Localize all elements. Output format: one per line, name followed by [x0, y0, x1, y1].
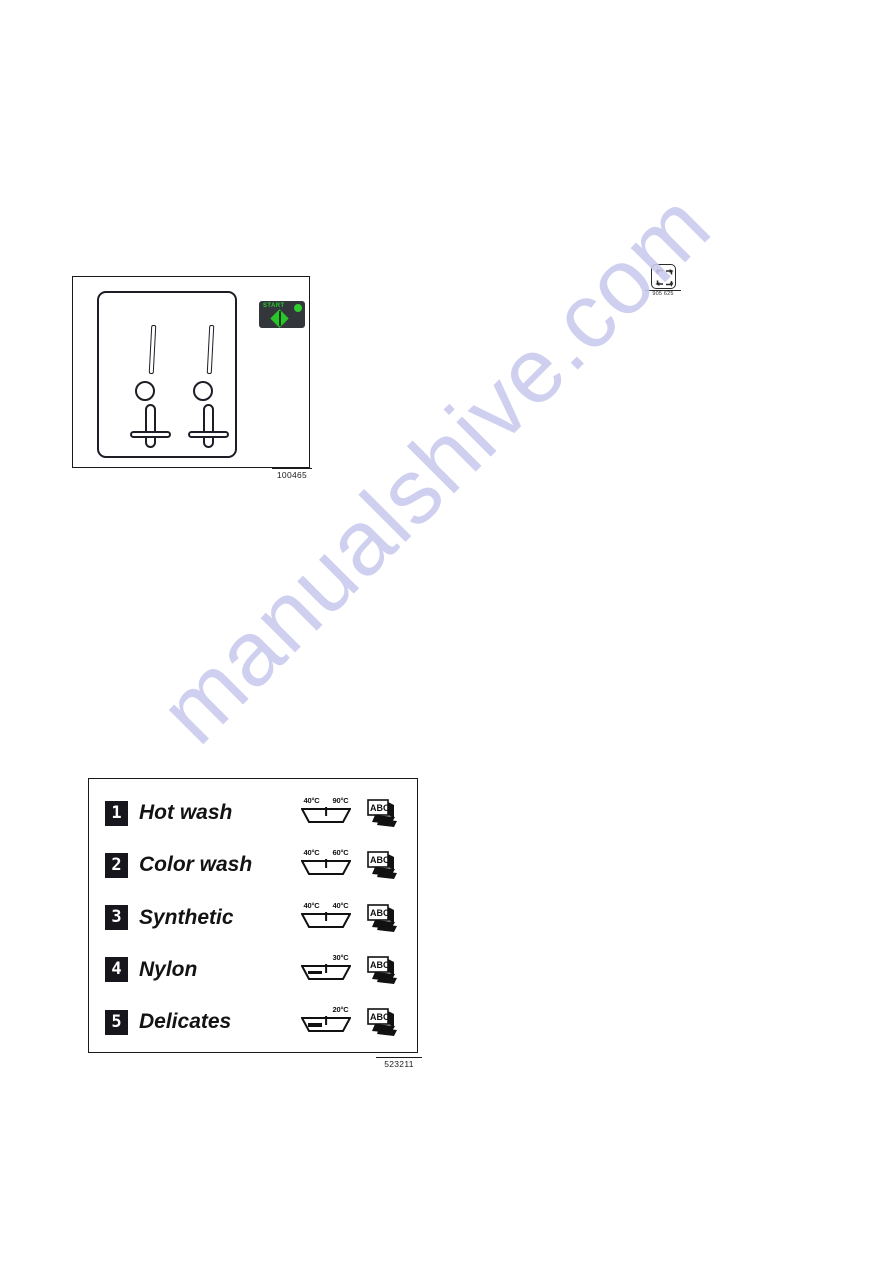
tub-temp-left: 40°C [303, 848, 320, 858]
wash-tub-temperature-icon: 30°C [297, 953, 355, 987]
svg-text:ABC: ABC [370, 960, 390, 970]
program-list: 1 Hot wash 40°C 90°C ABC 2 Color wash 40… [89, 779, 417, 1052]
page-watermark: manualshive.com [0, 0, 893, 1263]
program-name: Synthetic [139, 905, 234, 929]
svg-text:ABC: ABC [370, 908, 390, 918]
slider-handle-icon[interactable] [130, 431, 171, 438]
slider-handle-icon[interactable] [188, 431, 229, 438]
tub-temp-right: 20°C [332, 1005, 349, 1014]
slider-knob-icon[interactable] [135, 381, 155, 401]
program-name: Nylon [139, 957, 198, 981]
program-name: Hot wash [139, 801, 233, 824]
tub-temp-left: 40°C [303, 900, 320, 910]
tub-temp-right: 90°C [332, 796, 349, 805]
tub-divider-icon [325, 859, 327, 869]
abc-panels-icon: ABC [367, 798, 401, 828]
abc-panels-icon: ABC [367, 955, 401, 985]
cycle-icon-caption: 905 625 [645, 290, 681, 297]
abc-panels-icon: ABC [367, 1007, 401, 1037]
wash-tub-temperature-icon: 40°C 40°C [297, 901, 355, 935]
abc-panels-icon: ABC [367, 903, 401, 933]
gentle-wash-bar-icon [308, 1023, 322, 1027]
tub-temperature-labels: 40°C 60°C [297, 848, 355, 857]
start-button-label: START [263, 303, 285, 309]
tub-divider-icon [325, 807, 327, 816]
svg-text:ABC: ABC [370, 855, 390, 865]
slider-track-icon [203, 404, 214, 448]
figure-control-panel: START [72, 276, 310, 468]
program-row: 4 Nylon 30°C ABC [105, 950, 401, 990]
tub-temperature-labels: 40°C 40°C [297, 901, 355, 910]
svg-text:ABC: ABC [370, 1012, 390, 1022]
program-number-badge: 1 [105, 800, 128, 826]
status-led-icon [294, 303, 302, 312]
abc-panels-icon: ABC [367, 850, 401, 880]
wash-tub-temperature-icon: 40°C 60°C [297, 848, 355, 882]
tub-divider-icon [325, 963, 327, 973]
figure-caption-control-panel: 100465 [272, 468, 312, 480]
tub-divider-icon [325, 911, 327, 921]
cycle-icon-block: 905 625 [645, 264, 681, 297]
tub-temp-right: 40°C [332, 900, 349, 910]
program-number-badge: 3 [105, 905, 128, 930]
svg-text:ABC: ABC [370, 803, 390, 813]
program-row: 1 Hot wash 40°C 90°C ABC [105, 793, 401, 833]
slider-knob-icon[interactable] [193, 381, 213, 401]
cycle-rotation-icon [650, 264, 676, 289]
program-row: 2 Color wash 40°C 60°C ABC [105, 845, 401, 885]
wash-tub-temperature-icon: 20°C [297, 1005, 355, 1039]
tub-temperature-labels: 30°C [297, 953, 355, 962]
program-row: 5 Delicates 20°C ABC [105, 1002, 401, 1042]
tub-temp-right: 60°C [332, 848, 349, 858]
tub-temperature-labels: 40°C 90°C [297, 796, 355, 805]
slider-slot-icon [206, 324, 215, 375]
wash-tub-temperature-icon: 40°C 90°C [297, 796, 355, 830]
program-number-badge: 4 [105, 957, 128, 983]
program-name: Delicates [139, 1010, 232, 1033]
tub-temp-right: 30°C [332, 952, 349, 962]
tub-divider-icon [325, 1016, 327, 1025]
gentle-wash-bar-icon [308, 970, 322, 975]
control-panel-face [97, 291, 237, 458]
figure-caption-program-list: 523211 [376, 1057, 422, 1069]
program-name: Color wash [139, 853, 253, 877]
figure-program-list: 1 Hot wash 40°C 90°C ABC 2 Color wash 40… [88, 778, 418, 1053]
tub-temperature-labels: 20°C [297, 1005, 355, 1014]
diamond-centerline-icon [279, 311, 281, 326]
program-number-badge: 2 [105, 852, 128, 878]
tub-temp-left: 40°C [303, 796, 320, 805]
start-button[interactable]: START [259, 301, 305, 328]
slider-track-icon [145, 404, 156, 448]
program-row: 3 Synthetic 40°C 40°C ABC [105, 898, 401, 938]
slider-slot-icon [148, 324, 157, 375]
program-number-badge: 5 [105, 1009, 128, 1035]
